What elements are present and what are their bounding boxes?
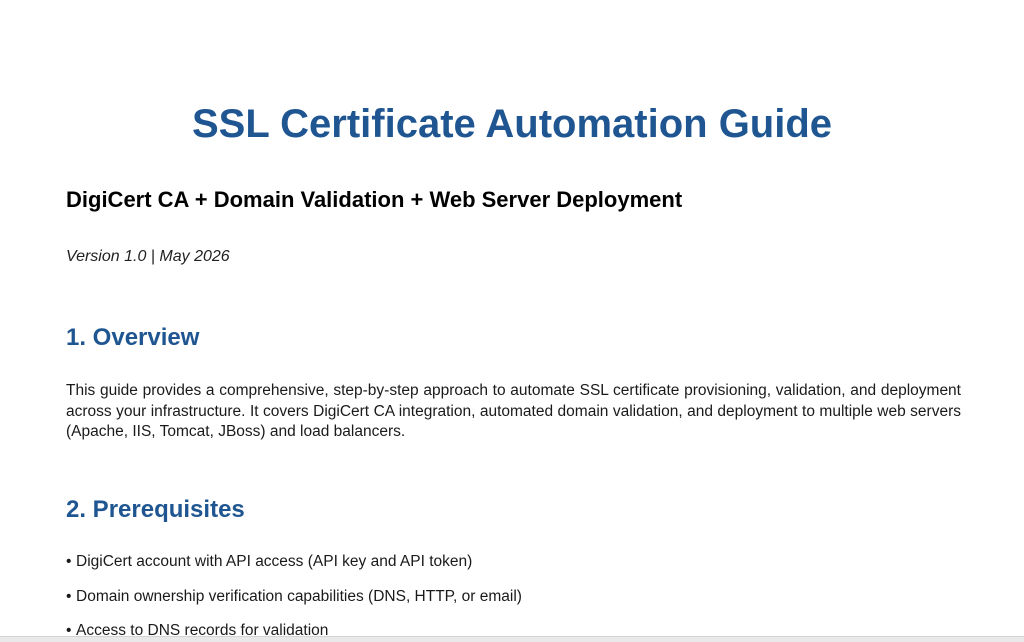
document-version: Version 1.0 | May 2026 xyxy=(66,248,230,265)
bullet-icon: • xyxy=(66,622,72,636)
list-item: • Domain ownership verification capabilit… xyxy=(66,587,522,607)
list-item: • Access to DNS records for validation xyxy=(66,621,522,636)
bullet-icon: • xyxy=(66,587,72,605)
page-bottom-edge xyxy=(0,636,1024,642)
bullet-icon: • xyxy=(66,553,72,570)
list-item-text: Domain ownership verification capabiliti… xyxy=(76,587,522,605)
list-item: • DigiCert account with API access (API k… xyxy=(66,552,522,572)
section-heading-overview: 1. Overview xyxy=(66,324,200,351)
document-subtitle: DigiCert CA + Domain Validation + Web Se… xyxy=(66,187,683,212)
section-heading-prerequisites: 2. Prerequisites xyxy=(66,496,245,523)
prerequisites-list: • DigiCert account with API access (API k… xyxy=(66,552,522,636)
list-item-text: DigiCert account with API access (API ke… xyxy=(76,553,473,570)
list-item-text: Access to DNS records for validation xyxy=(76,622,329,636)
document-page: SSL Certificate Automation Guide DigiCer… xyxy=(0,0,1024,636)
document-title: SSL Certificate Automation Guide xyxy=(191,102,833,146)
overview-paragraph: This guide provides a comprehensive, ste… xyxy=(66,382,961,440)
